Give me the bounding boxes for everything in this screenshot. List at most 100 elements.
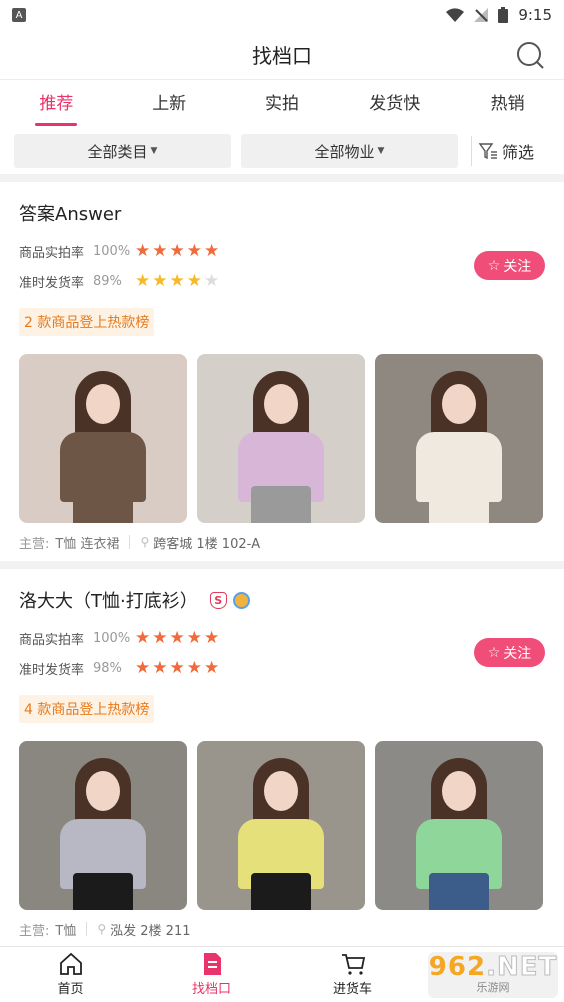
product-image[interactable] bbox=[19, 354, 187, 523]
product-image[interactable] bbox=[19, 741, 187, 910]
shop-name-text: 答案Answer bbox=[19, 204, 122, 225]
ontime-rate-label: 准时发货率 bbox=[19, 662, 85, 678]
divider bbox=[86, 922, 88, 936]
ontime-rate-row: 准时发货率 98% ★ ★ ★ ★ ★ bbox=[19, 653, 545, 683]
category-tabs: 推荐 上新 实拍 发货快 热销 bbox=[0, 80, 564, 128]
star-icon: ★ bbox=[152, 657, 168, 678]
product-images bbox=[19, 741, 545, 910]
filter-icon bbox=[478, 143, 497, 160]
star-icon: ★ bbox=[169, 657, 185, 678]
shop-name[interactable]: 洛大大（T恤·打底衫） S bbox=[19, 587, 545, 613]
caret-down-icon: ▼ bbox=[150, 146, 158, 156]
search-icon[interactable] bbox=[516, 41, 544, 69]
star-icon: ★ bbox=[152, 240, 168, 261]
filter-button[interactable]: 筛选 bbox=[478, 139, 534, 163]
photo-rate-row: 商品实拍率 100% ★ ★ ★ ★ ★ bbox=[19, 236, 545, 266]
star-icon: ★ bbox=[186, 657, 202, 678]
follow-button-label: 关注 bbox=[503, 258, 532, 275]
stall-icon bbox=[203, 953, 221, 975]
star-icon: ★ bbox=[204, 240, 220, 261]
shop-list: 答案Answer 商品实拍率 100% ★ ★ ★ ★ ★ 准时发货率 89% ★ ★ ★ ★… bbox=[0, 182, 564, 946]
divider bbox=[471, 136, 472, 166]
page-title: 找档口 bbox=[252, 44, 312, 68]
star-icon: ★ bbox=[135, 270, 151, 291]
property-dropdown[interactable]: 全部物业 ▼ bbox=[241, 134, 458, 168]
star-icon: ★ bbox=[135, 627, 151, 648]
shop-card[interactable]: 洛大大（T恤·打底衫） S 商品实拍率 100% ★ ★ ★ ★ ★ 准时发货率 98%… bbox=[0, 569, 564, 946]
hot-list-tag: 4 款商品登上热款榜 bbox=[19, 695, 155, 723]
star-outline-icon: ☆ bbox=[487, 644, 501, 661]
shield-badge-icon: S bbox=[209, 591, 227, 609]
status-icons: 9:15 bbox=[446, 6, 552, 24]
star-icon: ★ bbox=[186, 240, 202, 261]
caret-down-icon: ▼ bbox=[377, 146, 385, 156]
shop-address: 跨客城 1楼 102-A bbox=[153, 536, 261, 552]
shop-name-text: 洛大大（T恤·打底衫） bbox=[19, 591, 198, 612]
shop-meta: 主营: T恤 连衣裙 ⚲ 跨客城 1楼 102-A bbox=[19, 523, 545, 561]
header: 找档口 bbox=[0, 30, 564, 80]
star-icon: ★ bbox=[169, 627, 185, 648]
star-icon: ★ bbox=[152, 270, 168, 291]
property-dropdown-label: 全部物业 bbox=[314, 142, 375, 161]
shop-address: 泓发 2楼 211 bbox=[110, 923, 191, 939]
nav-cart[interactable]: 进货车 bbox=[282, 947, 423, 1002]
tab-hot-sales[interactable]: 热销 bbox=[451, 80, 564, 128]
tab-recommend[interactable]: 推荐 bbox=[0, 80, 113, 128]
main-business-label: 主营: bbox=[19, 536, 50, 552]
star-icon: ★ bbox=[186, 627, 202, 648]
category-dropdown-label: 全部类目 bbox=[87, 142, 148, 161]
filter-button-label: 筛选 bbox=[502, 143, 535, 162]
star-icon: ★ bbox=[204, 270, 220, 291]
product-image[interactable] bbox=[197, 741, 365, 910]
no-signal-icon bbox=[474, 8, 489, 22]
filter-bar: 全部类目 ▼ 全部物业 ▼ 筛选 bbox=[0, 128, 564, 174]
photo-rate-stars: ★ ★ ★ ★ ★ bbox=[135, 240, 220, 261]
category-dropdown[interactable]: 全部类目 ▼ bbox=[14, 134, 231, 168]
main-business-categories: T恤 bbox=[55, 923, 77, 939]
photo-rate-row: 商品实拍率 100% ★ ★ ★ ★ ★ bbox=[19, 623, 545, 653]
ontime-rate-row: 准时发货率 89% ★ ★ ★ ★ ★ bbox=[19, 266, 545, 296]
shop-name[interactable]: 答案Answer bbox=[19, 200, 545, 226]
star-icon: ★ bbox=[135, 657, 151, 678]
nav-find-stall[interactable]: 找档口 bbox=[141, 947, 282, 1002]
follow-button-label: 关注 bbox=[503, 645, 532, 662]
product-images bbox=[19, 354, 545, 523]
nav-find-stall-label: 找档口 bbox=[191, 982, 231, 997]
star-icon: ★ bbox=[169, 240, 185, 261]
location-pin-icon: ⚲ bbox=[97, 922, 107, 936]
star-icon: ★ bbox=[186, 270, 202, 291]
shop-meta: 主营: T恤 ⚲ 泓发 2楼 211 bbox=[19, 910, 545, 946]
divider bbox=[129, 535, 131, 549]
nav-cart-label: 进货车 bbox=[332, 982, 372, 997]
product-image[interactable] bbox=[197, 354, 365, 523]
main-business-categories: T恤 连衣裙 bbox=[55, 536, 120, 552]
product-image[interactable] bbox=[375, 354, 543, 523]
cart-icon bbox=[341, 954, 365, 975]
wifi-icon bbox=[446, 8, 465, 22]
star-icon: ★ bbox=[204, 627, 220, 648]
follow-button[interactable]: ☆ 关注 bbox=[474, 251, 545, 280]
nav-home-label: 首页 bbox=[57, 982, 84, 997]
star-outline-icon: ☆ bbox=[487, 257, 501, 274]
tab-real-photos[interactable]: 实拍 bbox=[226, 80, 339, 128]
star-icon: ★ bbox=[169, 270, 185, 291]
nav-home[interactable]: 首页 bbox=[0, 947, 141, 1002]
ontime-rate-value: 98% bbox=[93, 660, 122, 676]
notification-icon: A bbox=[12, 8, 26, 22]
product-image[interactable] bbox=[375, 741, 543, 910]
ontime-rate-label: 准时发货率 bbox=[19, 275, 85, 291]
battery-icon bbox=[498, 7, 509, 23]
ontime-rate-stars: ★ ★ ★ ★ ★ bbox=[135, 270, 220, 291]
shop-card[interactable]: 答案Answer 商品实拍率 100% ★ ★ ★ ★ ★ 准时发货率 89% ★ ★ ★ ★… bbox=[0, 182, 564, 561]
watermark-logo: 962.NET 乐游网 bbox=[428, 952, 558, 998]
photo-rate-value: 100% bbox=[93, 243, 131, 259]
ontime-rate-value: 89% bbox=[93, 273, 122, 289]
status-bar: A 9:15 bbox=[0, 0, 564, 30]
gold-medal-icon bbox=[232, 591, 250, 609]
photo-rate-value: 100% bbox=[93, 630, 131, 646]
watermark-brand-a: 962 bbox=[428, 952, 487, 982]
tab-fast-shipping[interactable]: 发货快 bbox=[338, 80, 451, 128]
follow-button[interactable]: ☆ 关注 bbox=[474, 638, 545, 667]
tab-new-arrivals[interactable]: 上新 bbox=[113, 80, 226, 128]
photo-rate-label: 商品实拍率 bbox=[19, 632, 85, 648]
